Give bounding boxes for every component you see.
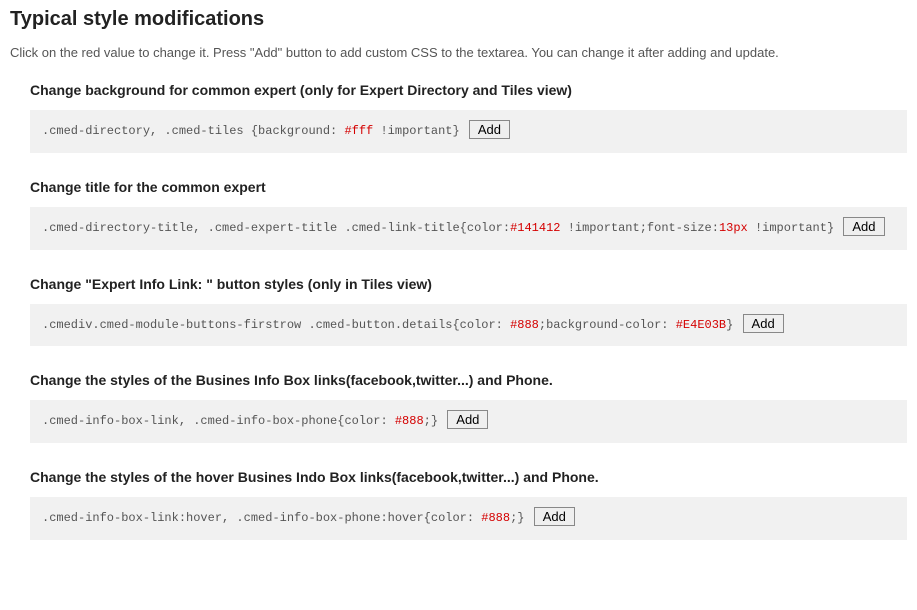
css-code-block: .cmed-info-box-link, .cmed-info-box-phon… [30,400,907,443]
intro-text: Click on the red value to change it. Pre… [10,45,907,60]
style-section: Change the styles of the hover Busines I… [30,469,907,540]
css-text: !important;font-size: [561,221,719,235]
section-title: Change "Expert Info Link: " button style… [30,276,907,292]
add-button[interactable]: Add [534,507,575,526]
css-code-block: .cmediv.cmed-module-buttons-firstrow .cm… [30,304,907,347]
css-text: .cmed-info-box-link:hover, .cmed-info-bo… [42,511,481,525]
css-text: .cmed-info-box-link, .cmed-info-box-phon… [42,414,395,428]
add-button[interactable]: Add [469,120,510,139]
css-text: ;} [424,414,438,428]
css-text: } [726,318,733,332]
add-button[interactable]: Add [743,314,784,333]
editable-css-value[interactable]: #888 [395,414,424,428]
section-title: Change background for common expert (onl… [30,82,907,98]
css-code-block: .cmed-directory, .cmed-tiles {background… [30,110,907,153]
css-text: !important} [748,221,834,235]
css-text: ;background-color: [539,318,676,332]
css-text: .cmediv.cmed-module-buttons-firstrow .cm… [42,318,510,332]
style-section: Change "Expert Info Link: " button style… [30,276,907,347]
style-section: Change the styles of the Busines Info Bo… [30,372,907,443]
section-title: Change title for the common expert [30,179,907,195]
editable-css-value[interactable]: #888 [510,318,539,332]
section-title: Change the styles of the Busines Info Bo… [30,372,907,388]
css-text: .cmed-directory-title, .cmed-expert-titl… [42,221,510,235]
css-text: !important} [373,124,459,138]
css-code-block: .cmed-info-box-link:hover, .cmed-info-bo… [30,497,907,540]
css-text: ;} [510,511,524,525]
page-title: Typical style modifications [10,8,907,31]
editable-css-value[interactable]: #fff [344,124,373,138]
section-title: Change the styles of the hover Busines I… [30,469,907,485]
css-text: .cmed-directory, .cmed-tiles {background… [42,124,344,138]
editable-css-value[interactable]: #141412 [510,221,560,235]
editable-css-value[interactable]: #E4E03B [676,318,726,332]
add-button[interactable]: Add [843,217,884,236]
add-button[interactable]: Add [447,410,488,429]
css-code-block: .cmed-directory-title, .cmed-expert-titl… [30,207,907,250]
style-section: Change title for the common expert .cmed-… [30,179,907,250]
editable-css-value[interactable]: #888 [481,511,510,525]
editable-css-value[interactable]: 13px [719,221,748,235]
style-section: Change background for common expert (onl… [30,82,907,153]
